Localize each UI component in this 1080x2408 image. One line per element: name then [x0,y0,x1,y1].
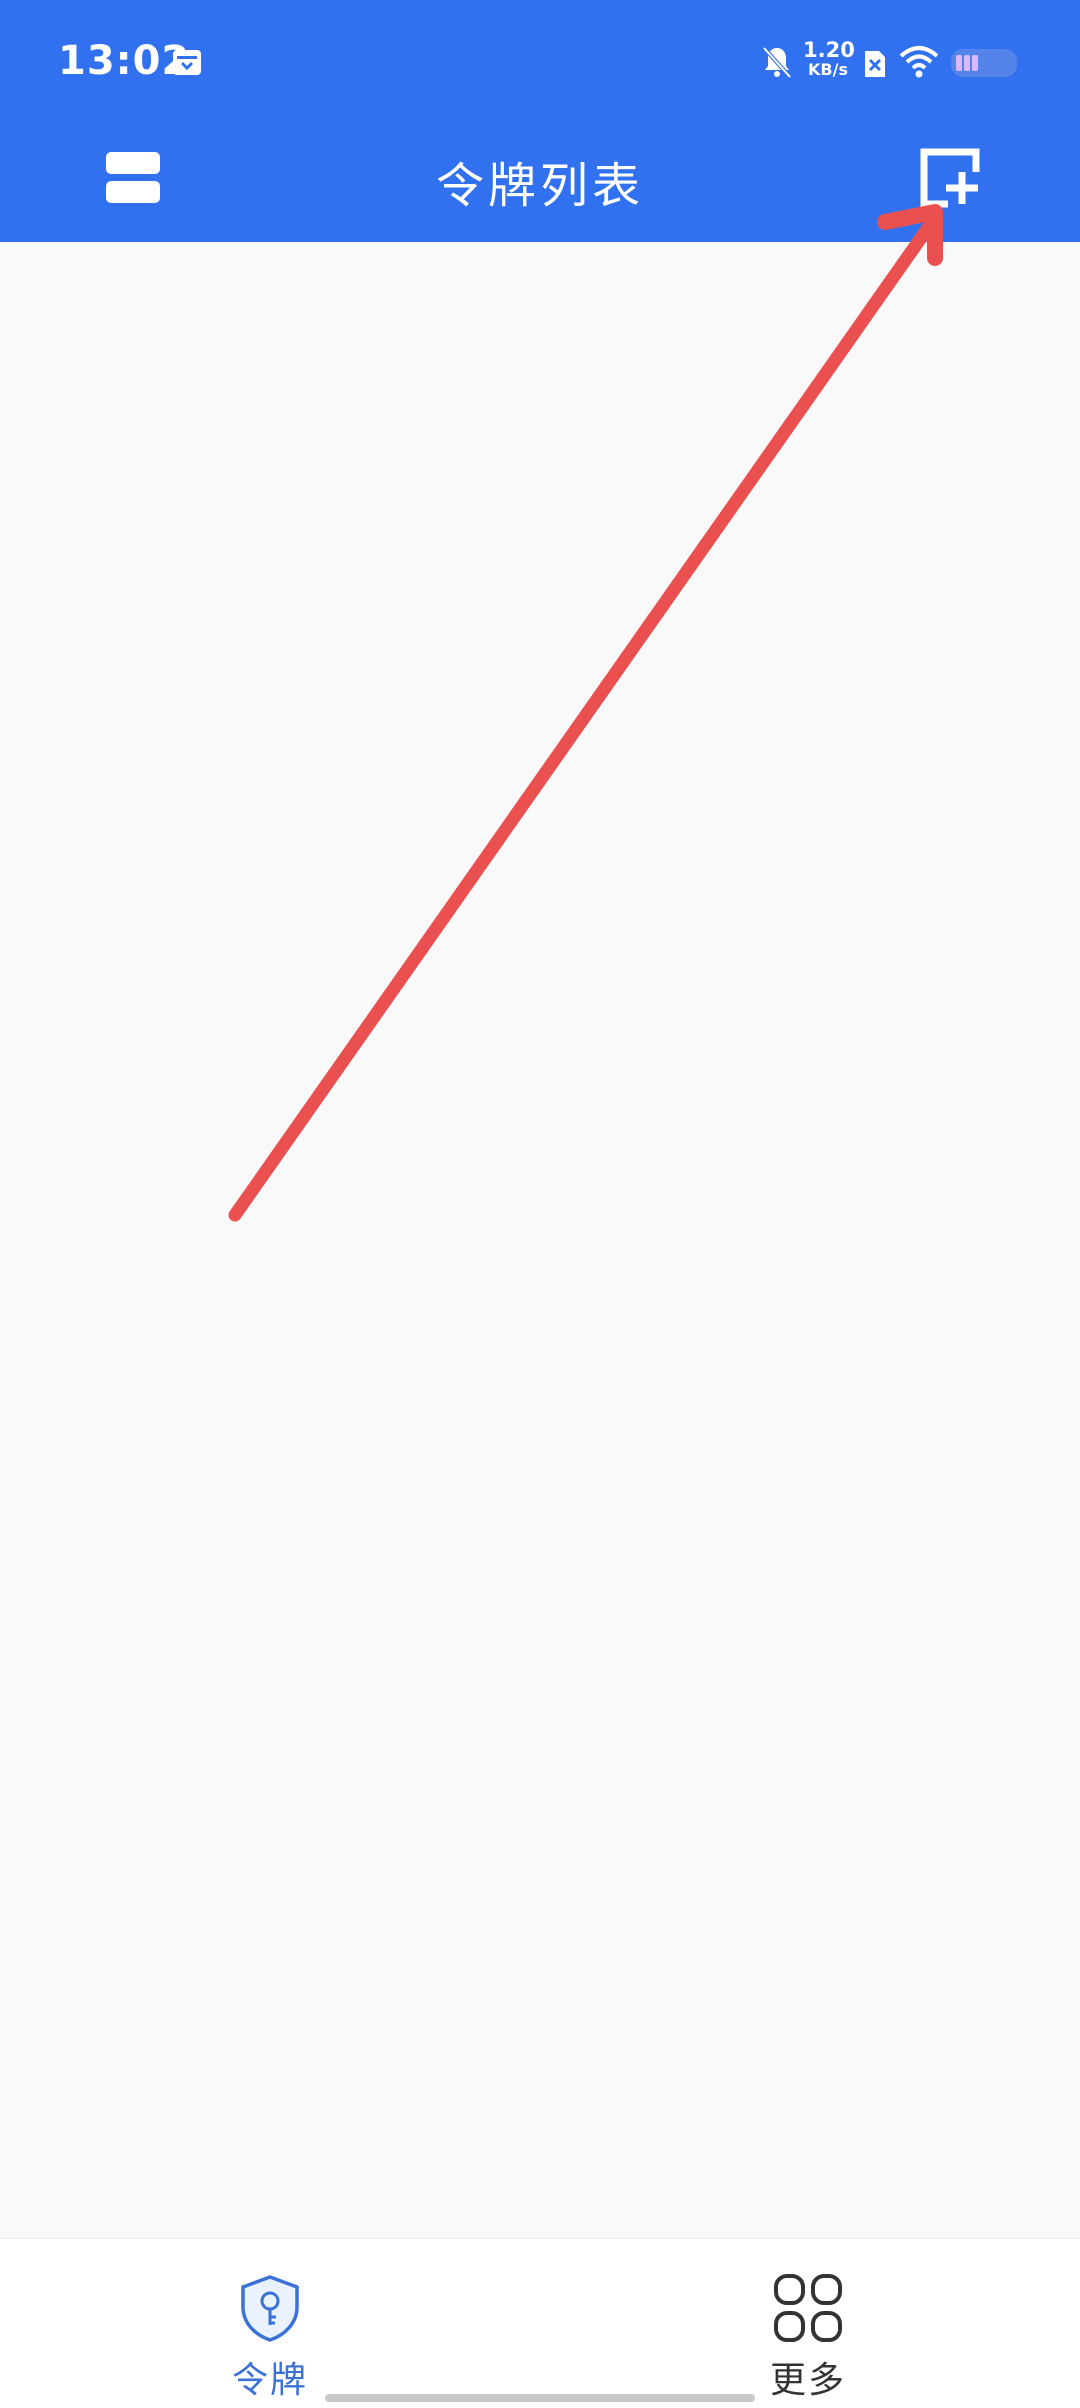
tab-more[interactable]: 更多 [728,2273,888,2403]
add-token-icon[interactable] [916,146,984,214]
shield-key-icon [241,2275,299,2342]
network-speed-unit: KB/s [808,60,848,79]
battery-icon [951,49,1017,77]
calendar-notification-icon [173,50,201,75]
status-time: 13:02 [58,38,191,84]
home-indicator[interactable] [325,2394,755,2402]
bell-muted-icon [762,46,792,79]
grid-four-icon [774,2274,842,2342]
status-bar: 13:02 1.20 KB/s [0,0,1080,120]
network-speed-value: 1.20 [803,38,855,62]
app-bar: 令牌列表 [0,120,1080,242]
app-screen: 13:02 1.20 KB/s 令牌列表 令牌 更多 [0,0,1080,2408]
bottom-nav: 令牌 更多 [0,2238,1080,2408]
header: 13:02 1.20 KB/s 令牌列表 [0,0,1080,242]
no-sim-icon [865,51,885,77]
wifi-icon [899,46,939,78]
network-speed: 1.20 KB/s [803,38,855,80]
token-list-content [0,242,1080,2238]
tab-token[interactable]: 令牌 [190,2273,350,2403]
